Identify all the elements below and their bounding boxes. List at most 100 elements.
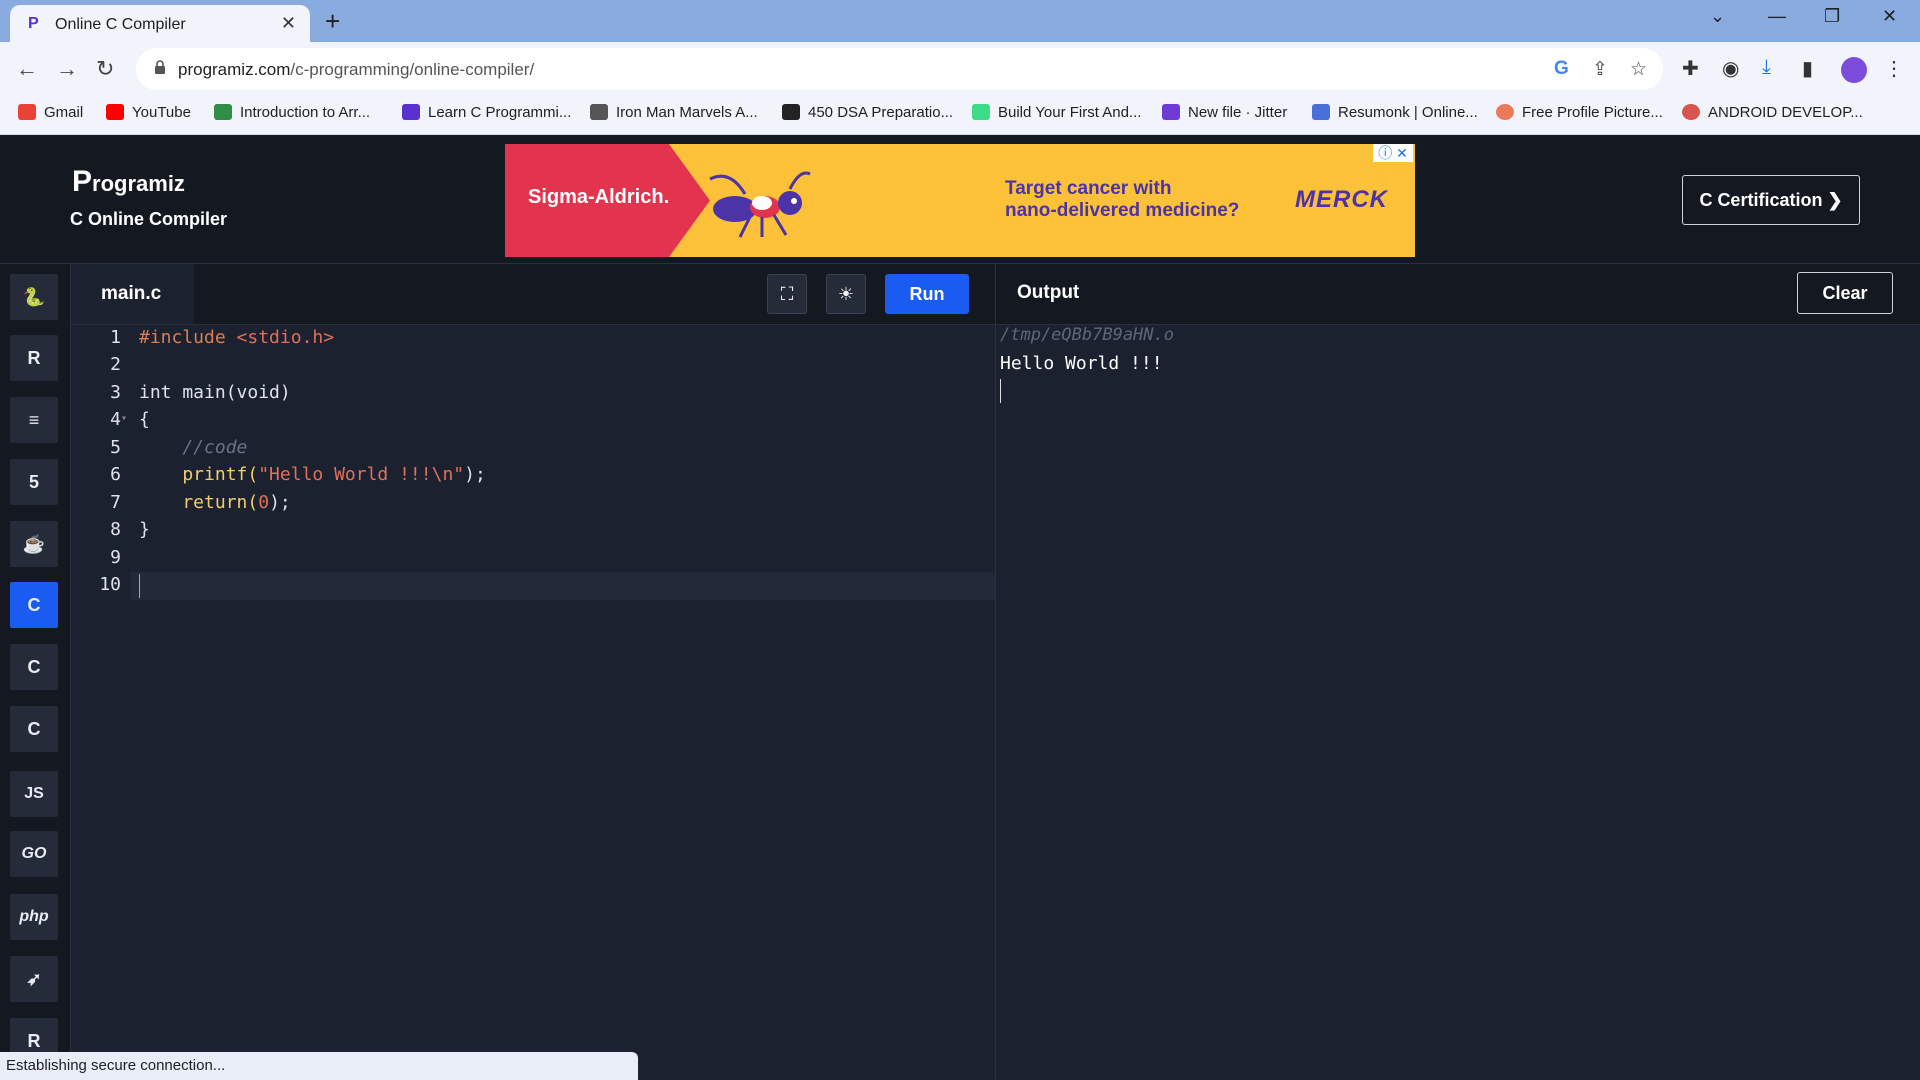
programiz-icon: [402, 104, 420, 120]
python-icon[interactable]: 🐍: [10, 274, 58, 320]
side-panel-icon[interactable]: ▮: [1802, 56, 1813, 81]
terminal-caret: [1000, 379, 1001, 403]
c-language-icon[interactable]: C: [10, 582, 58, 628]
line-number: 3: [110, 382, 121, 403]
resumonk-icon: [1312, 104, 1330, 120]
theme-toggle-sun-icon[interactable]: ☀: [826, 274, 866, 314]
fullscreen-icon[interactable]: ⛶: [767, 274, 807, 314]
output-title: Output: [1017, 282, 1080, 303]
browser-status-bar: Establishing secure connection...: [0, 1052, 638, 1080]
close-window-button[interactable]: ✕: [1882, 6, 1897, 27]
code-line: }: [139, 519, 150, 540]
ant-illustration-icon: [709, 171, 811, 238]
download-icon[interactable]: ⤓: [1762, 56, 1771, 79]
sql-database-icon[interactable]: ≡: [10, 397, 58, 443]
forward-arrow-icon[interactable]: →: [56, 56, 78, 82]
android-dev-icon: [1682, 104, 1700, 120]
code-line: //code: [139, 437, 248, 458]
ad-headline: Target cancer with nano-delivered medici…: [1005, 178, 1240, 221]
minimize-button[interactable]: —: [1768, 6, 1786, 27]
program-output: Hello World !!!: [1000, 353, 1163, 374]
gfg-icon: [214, 104, 232, 120]
bookmark-profile-picture[interactable]: Free Profile Picture...: [1496, 104, 1663, 121]
bookmark-gmail[interactable]: Gmail: [18, 104, 83, 121]
line-number: 10: [99, 574, 121, 595]
bookmark-jitter[interactable]: New file · Jitter: [1162, 104, 1287, 121]
bookmark-dsa[interactable]: 450 DSA Preparatio...: [782, 104, 953, 121]
extensions-icon[interactable]: ✚: [1682, 56, 1699, 81]
profile-picture-icon: [1496, 104, 1514, 120]
back-arrow-icon[interactable]: ←: [16, 56, 38, 82]
active-line-highlight: [131, 572, 995, 600]
site-header: Programiz C Online Compiler Sigma-Aldric…: [0, 135, 1920, 264]
profile-avatar[interactable]: [1841, 57, 1867, 83]
csharp-icon[interactable]: C: [10, 706, 58, 752]
c-certification-button[interactable]: C Certification ❯: [1682, 175, 1860, 225]
bookmark-android[interactable]: Build Your First And...: [972, 104, 1141, 121]
line-number: 4: [110, 409, 121, 430]
php-icon[interactable]: php: [10, 894, 58, 940]
browser-toolbar: ← → ↻ programiz.com/c-programming/online…: [0, 42, 1920, 98]
reload-icon[interactable]: ↻: [96, 56, 114, 82]
html5-icon[interactable]: 5: [10, 459, 58, 505]
output-toolbar: Output Clear: [996, 264, 1920, 325]
bookmark-android-dev[interactable]: ANDROID DEVELOP...: [1682, 104, 1863, 121]
gmail-icon: [18, 104, 36, 120]
swift-icon[interactable]: ➶: [10, 956, 58, 1002]
programiz-favicon-icon: P: [28, 15, 39, 32]
extension-icon[interactable]: ◉: [1722, 56, 1739, 81]
editor-toolbar: main.c ⛶ ☀ Run: [71, 264, 995, 325]
clear-button[interactable]: Clear: [1797, 272, 1893, 314]
bookmark-learn-c[interactable]: Learn C Programmi...: [402, 104, 571, 121]
tab-search-icon[interactable]: ⌄: [1710, 6, 1725, 27]
java-icon[interactable]: ☕: [10, 521, 58, 567]
go-icon[interactable]: GO: [10, 831, 58, 877]
code-line: printf("Hello World !!!\n");: [139, 464, 486, 485]
output-terminal[interactable]: /tmp/eQBb7B9aHN.o Hello World !!!: [996, 325, 1920, 1080]
line-number: 6: [110, 464, 121, 485]
output-binary-path: /tmp/eQBb7B9aHN.o: [1000, 325, 1174, 345]
cpp-icon[interactable]: C: [10, 644, 58, 690]
text-caret: [139, 574, 140, 598]
bookmark-iron-man[interactable]: Iron Man Marvels A...: [590, 104, 758, 121]
browser-tab[interactable]: P Online C Compiler ✕: [10, 5, 310, 42]
menu-kebab-icon[interactable]: ⋮: [1884, 56, 1904, 81]
hd-icon: [590, 104, 608, 120]
bookmark-resumonk[interactable]: Resumonk | Online...: [1312, 104, 1478, 121]
line-number: 8: [110, 519, 121, 540]
line-number: 9: [110, 547, 121, 568]
ad-sponsor: MERCK: [1295, 186, 1388, 213]
line-number: 5: [110, 437, 121, 458]
bookmark-youtube[interactable]: YouTube: [106, 104, 191, 121]
address-bar[interactable]: programiz.com/c-programming/online-compi…: [136, 48, 1663, 90]
programiz-logo[interactable]: Programiz: [72, 165, 185, 199]
language-sidebar: 🐍 R ≡ 5 ☕ C C C JS GO php ➶ R: [0, 264, 71, 1080]
bookmark-gfg[interactable]: Introduction to Arr...: [214, 104, 370, 121]
line-number: 1: [110, 327, 121, 348]
share-icon[interactable]: ⇪: [1592, 58, 1608, 81]
javascript-icon[interactable]: JS: [10, 771, 58, 817]
tab-title: Online C Compiler: [55, 16, 186, 33]
bookmarks-bar: Gmail YouTube Introduction to Arr... Lea…: [0, 98, 1920, 135]
page-subtitle: C Online Compiler: [70, 209, 228, 229]
browser-tab-strip: P Online C Compiler ✕ + ⌄ — ❐ ✕: [0, 0, 1920, 42]
file-tab-main-c[interactable]: main.c: [71, 264, 194, 324]
youtube-icon: [106, 104, 124, 120]
code-line: #include <stdio.h>: [139, 327, 335, 348]
google-lens-icon[interactable]: G: [1554, 58, 1569, 80]
code-line: {: [139, 409, 150, 430]
advertisement-banner[interactable]: Sigma-Aldrich. Target cancer with nano-d…: [505, 144, 1415, 257]
code-line: return(0);: [139, 492, 291, 513]
code-editor[interactable]: 1 2 3 4 5 6 7 8 9 10 ▾ #include <stdio.h…: [71, 325, 995, 1080]
url-text: programiz.com/c-programming/online-compi…: [178, 60, 535, 79]
android-icon: [972, 104, 990, 120]
r-language-icon[interactable]: R: [10, 335, 58, 381]
code-line: int main(void): [139, 382, 291, 403]
restore-button[interactable]: ❐: [1824, 6, 1840, 27]
tab-close-icon[interactable]: ✕: [281, 13, 296, 34]
run-button[interactable]: Run: [885, 274, 969, 314]
adchoices-close-icon[interactable]: ⓘ ✕: [1373, 144, 1413, 162]
new-tab-button[interactable]: +: [325, 6, 340, 37]
fold-arrow-icon[interactable]: ▾: [121, 413, 127, 424]
bookmark-star-icon[interactable]: ☆: [1630, 58, 1647, 81]
